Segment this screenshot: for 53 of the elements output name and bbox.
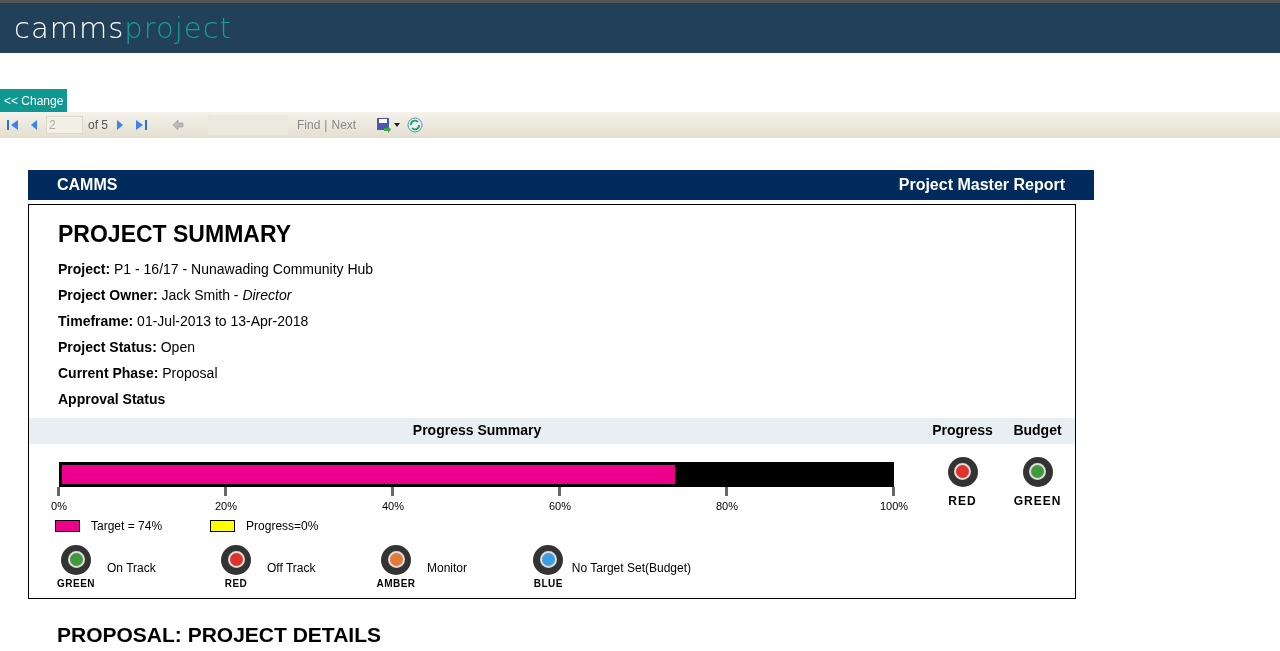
legend-meaning: No Target Set(Budget) [571,559,691,577]
save-icon[interactable] [376,117,393,133]
find-field[interactable] [208,115,288,135]
field-line: Current Phase: Proposal [58,364,219,383]
refresh-icon[interactable] [407,117,424,133]
first-page-icon[interactable] [6,119,20,131]
next-link[interactable]: Next [331,116,357,134]
company-name: CAMMS [57,175,118,195]
legend-label: Progress=0% [246,517,319,535]
legend-meaning: Off Track [267,559,316,577]
section-title: PROJECT SUMMARY [57,220,292,249]
previous-page-icon[interactable] [30,119,38,131]
logo: cammsproject [14,13,232,43]
status-label: GREEN [1013,492,1062,510]
field-line: Timeframe: 01-Jul-2013 to 13-Apr-2018 [58,312,310,331]
tick-mark [558,486,561,496]
tick-mark [391,486,394,496]
next-page-icon[interactable] [116,119,124,131]
tick-label: 100% [879,498,909,514]
legend-meaning: On Track [107,559,156,577]
status-label: BLUE [533,576,563,591]
field-line: Approval Status [58,390,167,409]
tick-label: 60% [549,498,571,514]
dropdown-caret-icon[interactable] [394,123,401,127]
legend-label: Target = 74% [91,517,163,535]
separator: | [324,117,328,134]
change-button[interactable]: << Change [0,89,68,112]
tick-label: 20% [215,498,237,514]
page-number-field[interactable]: 2 [46,116,83,134]
last-page-icon[interactable] [134,119,148,131]
section-title: PROPOSAL: PROJECT DETAILS [56,622,382,648]
tick-mark [224,486,227,496]
tick-label: 80% [716,498,738,514]
page-count: of 5 [88,117,108,134]
field-line: Project Owner: Jack Smith - Director [58,286,293,305]
column-heading: Progress [931,421,994,440]
back-arrow-icon[interactable] [172,119,184,131]
tick-mark [725,486,728,496]
legend-meaning: Monitor [427,559,467,577]
status-label: AMBER [376,576,416,591]
status-label: GREEN [56,576,96,591]
field-line: Project: P1 - 16/17 - Nunawading Community Hub [58,260,375,279]
status-label: RED [224,576,248,591]
report-title: Project Master Report [898,175,1065,195]
progress-summary-heading: Progress Summary [411,421,543,440]
tick-label: 40% [382,498,404,514]
tick-label: 0% [51,498,67,514]
column-heading: Budget [1012,421,1063,440]
tick-mark [57,486,60,496]
field-line: Project Status: Open [58,338,196,357]
tick-mark [892,486,895,496]
find-link[interactable]: Find [297,116,321,134]
status-label: RED [948,492,977,510]
